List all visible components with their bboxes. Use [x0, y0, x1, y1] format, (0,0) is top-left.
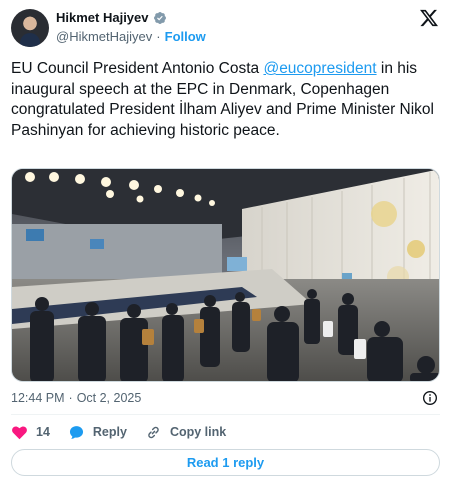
- conference-hall-image: [12, 169, 439, 381]
- follow-button[interactable]: Follow: [165, 29, 206, 44]
- link-icon: [148, 426, 159, 438]
- like-button[interactable]: 14: [11, 424, 50, 441]
- timestamp-date: Oct 2, 2025: [76, 391, 142, 405]
- avatar[interactable]: [11, 9, 49, 47]
- tweet-photo[interactable]: [11, 168, 440, 382]
- tweet-text: EU Council President Antonio Costa @euco…: [11, 59, 443, 141]
- tweet-card: Hikmet Hajiyev @HikmetHajiyev · Follow E…: [0, 0, 452, 479]
- timestamp-time: 12:44 PM: [11, 391, 65, 405]
- reply-label: Reply: [92, 425, 127, 439]
- tweet-timestamp[interactable]: 12:44 PM · Oct 2, 2025: [11, 391, 141, 405]
- reply-bubble-icon: [69, 425, 83, 439]
- copy-link-label: Copy link: [169, 425, 227, 439]
- info-icon[interactable]: [422, 390, 438, 406]
- tweet-text-part-1: EU Council President Antonio Costa: [11, 60, 264, 77]
- read-replies-button[interactable]: Read 1 reply: [11, 449, 440, 476]
- divider: [11, 414, 440, 415]
- author-handle[interactable]: @HikmetHajiyev: [56, 29, 152, 44]
- verified-badge-icon: [153, 11, 166, 24]
- author-name-row: Hikmet Hajiyev: [56, 10, 167, 25]
- copy-link-button[interactable]: Copy link: [145, 424, 226, 441]
- author-handle-row: @HikmetHajiyev · Follow: [56, 29, 206, 44]
- author-display-name[interactable]: Hikmet Hajiyev: [56, 10, 149, 25]
- x-logo-icon[interactable]: [419, 8, 439, 28]
- like-count: 14: [36, 425, 50, 439]
- handle-separator: ·: [156, 29, 161, 44]
- action-bar: 14 Reply Copy link: [11, 422, 244, 442]
- heart-icon: [12, 425, 27, 439]
- mention-link[interactable]: @eucopresident: [263, 60, 376, 77]
- reply-button[interactable]: Reply: [68, 424, 127, 441]
- timestamp-separator: ·: [68, 391, 73, 405]
